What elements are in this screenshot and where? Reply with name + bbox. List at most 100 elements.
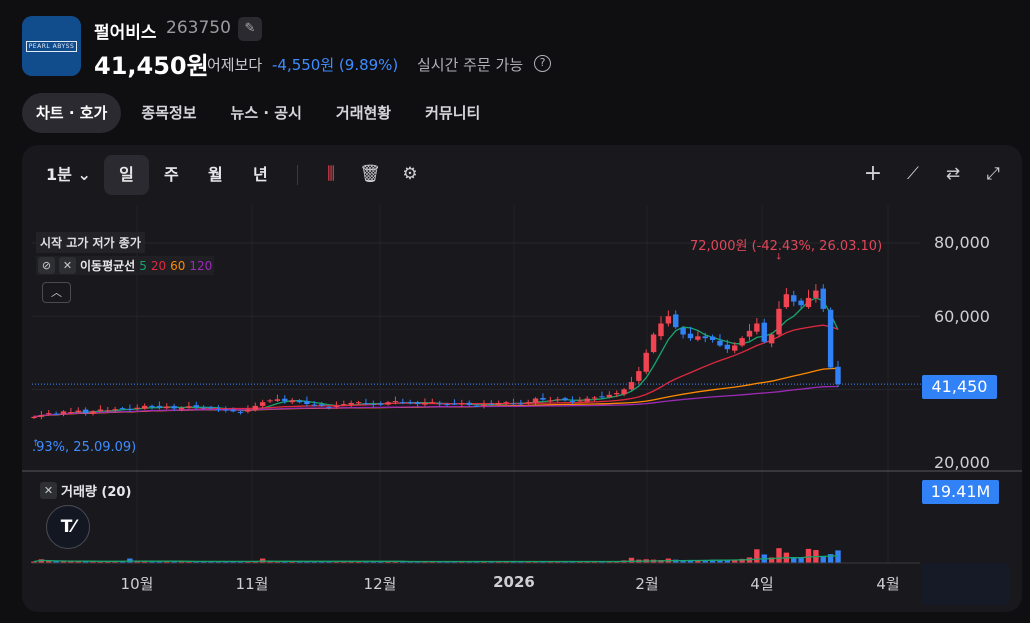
candle-body xyxy=(768,334,775,344)
axis-corner xyxy=(922,563,1010,605)
candle-body xyxy=(739,338,745,346)
candle-body xyxy=(259,402,266,406)
candle-body xyxy=(459,403,465,405)
candle-body xyxy=(127,408,133,410)
candle-body xyxy=(407,402,413,404)
edit-icon[interactable]: ✎ xyxy=(238,17,262,41)
candle-body xyxy=(392,401,399,403)
x-tick: 2월 xyxy=(635,575,659,593)
candle-body xyxy=(621,389,627,395)
candle-body xyxy=(348,402,354,405)
tab-community[interactable]: 커뮤니티 xyxy=(411,93,494,133)
volume-bar xyxy=(805,548,812,563)
candle-body xyxy=(97,409,104,411)
candle-body xyxy=(724,344,731,350)
candle-body xyxy=(341,404,347,406)
candle-body xyxy=(791,295,797,302)
ma60-label: 60 xyxy=(170,258,186,273)
candle-body xyxy=(643,352,649,372)
candle-body xyxy=(164,406,170,409)
candle-body xyxy=(304,401,310,405)
candle-body xyxy=(658,323,664,337)
candle-body xyxy=(732,345,738,351)
candle-body xyxy=(673,314,679,328)
candle-body xyxy=(414,402,421,405)
candle-body xyxy=(289,400,295,403)
help-icon[interactable]: ? xyxy=(534,55,551,72)
candle-body xyxy=(761,322,767,342)
collapse-chevron-up-icon[interactable]: ︿ xyxy=(42,282,71,303)
tab-trading[interactable]: 거래현황 xyxy=(322,93,405,133)
candle-body xyxy=(665,316,672,324)
candle-body xyxy=(193,405,199,407)
stock-code: 263750 xyxy=(166,18,231,38)
candle-body xyxy=(525,402,531,404)
candle-body xyxy=(702,336,708,339)
price-chart[interactable]: ↓↑ xyxy=(22,145,1022,612)
tab-info[interactable]: 종목정보 xyxy=(127,93,210,133)
x-tick: 4월 xyxy=(876,575,900,593)
current-price: 41,450원 xyxy=(94,52,209,80)
tradingview-logo[interactable]: T⁄ xyxy=(46,505,90,549)
candle-body xyxy=(296,400,303,403)
tab-news[interactable]: 뉴스 · 공시 xyxy=(217,93,316,133)
candle-body xyxy=(119,408,126,410)
candle-body xyxy=(835,366,841,385)
vs-yesterday-label: 어제보다 xyxy=(207,56,263,74)
candle-body xyxy=(178,407,185,410)
candle-body xyxy=(429,402,436,404)
candle-body xyxy=(695,336,701,340)
candle-body xyxy=(31,416,37,419)
candle-body xyxy=(628,382,635,390)
candle-body xyxy=(650,334,657,353)
candle-body xyxy=(606,394,613,398)
ohlc-legend: 시작 고가 저가 종가 xyxy=(36,232,145,253)
volume-bar xyxy=(628,557,635,563)
candle-body xyxy=(488,403,495,405)
stock-name: 펄어비스 xyxy=(94,23,157,43)
last-price-badge: 41,450 xyxy=(922,375,997,399)
hide-eye-icon[interactable]: ⊘ xyxy=(38,257,55,274)
ma5-label: 5 xyxy=(139,258,147,273)
volume-bar xyxy=(820,556,826,563)
x-tick: 10월 xyxy=(120,575,154,593)
x-tick: 11월 xyxy=(235,575,269,593)
candle-body xyxy=(156,405,163,408)
candle-body xyxy=(318,404,325,406)
tab-chart[interactable]: 차트 · 호가 xyxy=(22,93,122,133)
candle-body xyxy=(282,398,288,402)
candle-body xyxy=(112,409,118,411)
volume-legend: ✕ 거래량 (20) xyxy=(40,481,131,500)
candle-body xyxy=(813,290,819,298)
volume-bar xyxy=(776,548,782,563)
x-tick: 12월 xyxy=(363,575,397,593)
candle-body xyxy=(444,404,450,406)
volume-bar xyxy=(835,550,841,563)
candle-body xyxy=(223,409,229,411)
candle-body xyxy=(267,400,273,402)
candle-body xyxy=(53,413,59,415)
x-tick: 4일 xyxy=(750,575,774,593)
volume-bar xyxy=(754,549,760,563)
candle-body xyxy=(141,405,148,409)
candle-body xyxy=(237,411,244,413)
candle-body xyxy=(208,407,214,409)
volume-ma-line xyxy=(33,554,839,563)
candle-body xyxy=(186,406,192,408)
candle-body xyxy=(311,404,317,406)
candle-body xyxy=(400,402,406,404)
candle-body xyxy=(687,333,694,339)
volume-label: 거래량 (20) xyxy=(61,485,132,500)
close-icon[interactable]: ✕ xyxy=(40,482,57,499)
candle-body xyxy=(577,400,583,402)
candle-body xyxy=(532,398,539,403)
candle-body xyxy=(614,393,620,395)
candle-body xyxy=(555,399,561,401)
candle-body xyxy=(436,403,443,405)
candle-body xyxy=(363,403,369,405)
candle-body xyxy=(245,409,251,412)
chart-panel: 1분 ⌄ 일 주 월 년 ⫼ 🗑 ⚙ + ⟋ ⇄ ⤢ ↓ ↑ 시작 고가 저가 종… xyxy=(22,145,1022,612)
candle-body xyxy=(518,403,524,405)
candle-body xyxy=(90,411,96,414)
close-icon[interactable]: ✕ xyxy=(59,257,76,274)
